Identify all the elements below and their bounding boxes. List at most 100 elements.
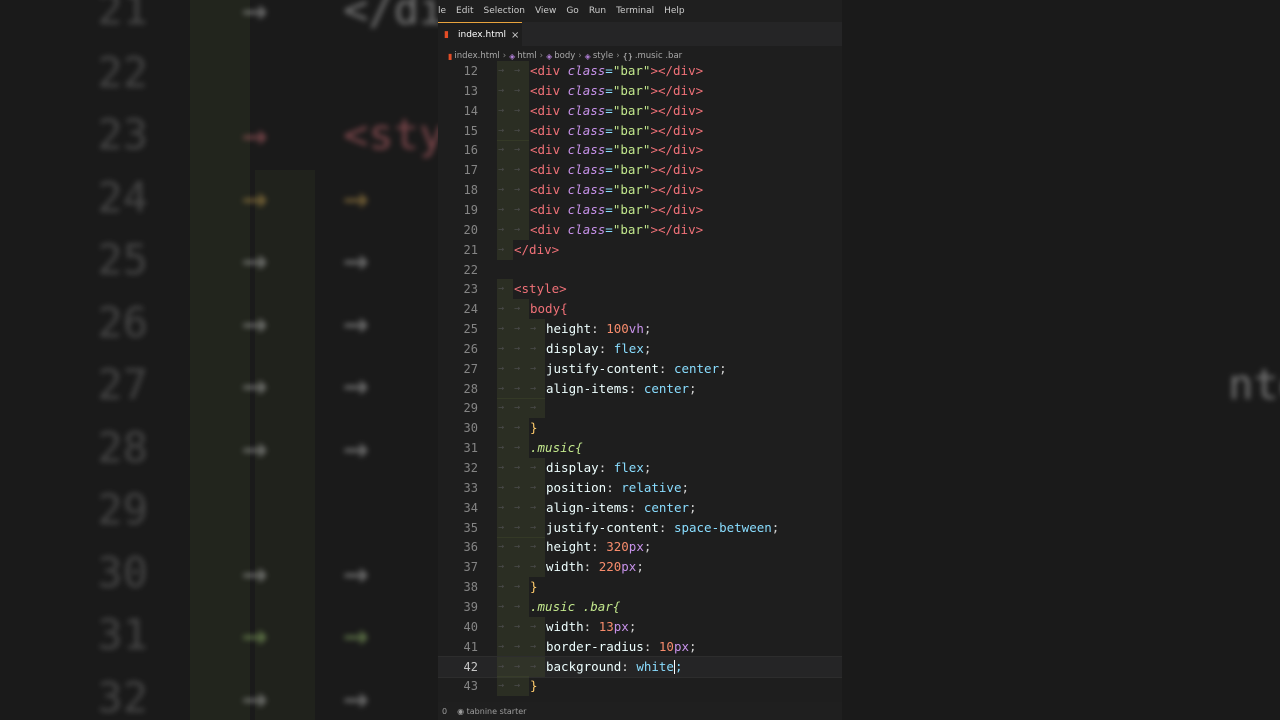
code-line[interactable]: 30 → →}: [438, 418, 842, 439]
breadcrumb-item-body[interactable]: ◈ body: [546, 51, 575, 61]
string-literal: "bar": [612, 162, 651, 178]
html-attribute: class: [567, 162, 606, 178]
breadcrumb-label: index.html: [454, 51, 500, 61]
code-line[interactable]: 17 → → <div class="bar"></div>: [438, 160, 842, 181]
menu-item[interactable]: Terminal: [611, 6, 659, 16]
css-property: justify-content: [546, 519, 659, 535]
code-line[interactable]: 15 → → <div class="bar"></div>: [438, 120, 842, 141]
html-tag: </div>: [514, 241, 560, 257]
line-number: 30: [463, 421, 478, 436]
tab-whitespace-icon: →: [498, 620, 505, 632]
code-line[interactable]: 32 → → → display: flex;: [438, 458, 842, 478]
code-line[interactable]: 33 → → → position: relative;: [438, 477, 842, 498]
menu-item[interactable]: Go: [561, 6, 583, 16]
code-area[interactable]: 12 → → <div class="bar"></div> 13 → → <div clas…: [438, 61, 842, 701]
line-number: 27: [463, 361, 478, 376]
code-line[interactable]: 28 → → → align-items: center;: [438, 378, 842, 399]
string-literal: "bar": [612, 201, 651, 217]
code-text: align-items: center;: [546, 380, 697, 396]
tab-whitespace-icon: →: [514, 620, 521, 632]
breadcrumb-item-html[interactable]: ◈ html: [509, 51, 537, 61]
tab-whitespace-icon: →: [514, 680, 521, 692]
code-line[interactable]: 25 → → → height: 100vh;: [438, 319, 842, 340]
code-line[interactable]: 23 → <style>: [438, 279, 842, 300]
html-tag: <style>: [514, 281, 567, 297]
status-problems[interactable]: 0: [442, 707, 447, 716]
tab-whitespace-icon: →: [498, 680, 505, 692]
html-tag: ></div>: [650, 122, 704, 138]
html-attribute: class: [567, 142, 606, 158]
code-text: </div>: [514, 240, 559, 260]
code-text: body{: [530, 299, 568, 319]
menu-item[interactable]: le: [438, 6, 451, 16]
tab-whitespace-icon: →: [530, 521, 537, 533]
html-tag: ></div>: [650, 142, 704, 158]
css-property: background: [546, 658, 622, 674]
close-icon[interactable]: ×: [511, 30, 519, 41]
code-token: =: [605, 122, 613, 138]
code-line[interactable]: 41 → → → border-radius: 10px;: [438, 636, 842, 657]
code-line[interactable]: 36 → → → height: 320px;: [438, 537, 842, 558]
code-line[interactable]: 42 → → → background: white;: [438, 655, 842, 678]
code-text: position: relative;: [546, 479, 690, 495]
tab-whitespace-icon: →: [498, 600, 505, 612]
code-line[interactable]: 20 → → <div class="bar"></div>: [438, 219, 842, 240]
breadcrumb-item-style[interactable]: ◈ style: [585, 51, 614, 61]
code-token: =: [605, 182, 613, 198]
code-text: }: [530, 577, 538, 597]
menu-item[interactable]: View: [530, 6, 561, 16]
code-line[interactable]: 35 → → → justify-content: space-between;: [438, 517, 842, 538]
line-number: 38: [463, 580, 478, 595]
tab-whitespace-icon: →: [514, 144, 521, 156]
tab-whitespace-icon: →: [498, 203, 505, 215]
code-line[interactable]: 31 → → .music{: [438, 438, 842, 459]
html-attribute: class: [567, 221, 606, 237]
code-line[interactable]: 21 → </div>: [438, 239, 842, 260]
code-line[interactable]: 14 → → <div class="bar"></div>: [438, 100, 842, 121]
line-number: 41: [463, 639, 478, 654]
css-selector-icon: {}: [622, 51, 633, 61]
code-line[interactable]: 37 → → → width: 220px;: [438, 557, 842, 578]
code-line[interactable]: 18 → → <div class="bar"></div>: [438, 180, 842, 201]
tab-whitespace-icon: →: [514, 223, 521, 235]
tab-whitespace-icon: →: [498, 342, 505, 354]
tab-whitespace-icon: →: [514, 65, 521, 76]
code-line[interactable]: 38 → →}: [438, 577, 842, 598]
code-line[interactable]: 27 → → → justify-content: center;: [438, 358, 842, 379]
menu-item[interactable]: Edit: [451, 6, 478, 16]
menu-item[interactable]: Help: [659, 6, 690, 16]
tabnine-status[interactable]: ◉ tabnine starter: [457, 707, 526, 716]
code-line[interactable]: 24 → → body{: [438, 299, 842, 320]
html-tag: ></div>: [650, 102, 704, 118]
code-line[interactable]: 29 → → →: [438, 398, 842, 419]
cube-icon: ◈: [509, 51, 516, 61]
tab-whitespace-icon: →: [530, 541, 537, 553]
code-line[interactable]: 26 → → → display: flex;: [438, 338, 842, 359]
code-line[interactable]: 13 → → <div class="bar"></div>: [438, 80, 842, 101]
line-number: 40: [463, 619, 478, 634]
css-number: 220: [598, 559, 622, 575]
code-line[interactable]: 19 → → <div class="bar"></div>: [438, 199, 842, 220]
tab-whitespace-icon: →: [514, 462, 521, 473]
menu-item[interactable]: Run: [584, 6, 611, 16]
tab-whitespace-icon: →: [498, 144, 505, 156]
line-number: 37: [463, 560, 478, 575]
bg-line-text: → → }: [242, 547, 470, 597]
code-line[interactable]: 16 → → <div class="bar"></div>: [438, 140, 842, 161]
breadcrumb-item-selector[interactable]: {} .music .bar: [623, 51, 683, 61]
code-line[interactable]: 22: [438, 260, 842, 280]
line-number: 32: [463, 461, 478, 475]
menu-item[interactable]: Selection: [478, 6, 529, 16]
code-line[interactable]: 40 → → → width: 13px;: [438, 616, 842, 637]
code-line[interactable]: 34 → → → align-items: center;: [438, 497, 842, 518]
breadcrumb-item-file[interactable]: ▮ index.html: [448, 51, 500, 61]
html-tag: ></div>: [650, 162, 704, 178]
html-attribute: class: [567, 182, 606, 198]
css-property: align-items: [546, 380, 629, 396]
code-line[interactable]: 43 → →}: [438, 676, 842, 697]
code-line[interactable]: 39 → → .music .bar{: [438, 596, 842, 617]
css-property: align-items: [546, 499, 629, 515]
tab-index-html[interactable]: ▮ index.html ×: [438, 22, 522, 47]
code-line[interactable]: 12 → → <div class="bar"></div>: [438, 61, 842, 81]
line-number: 19: [463, 202, 478, 217]
